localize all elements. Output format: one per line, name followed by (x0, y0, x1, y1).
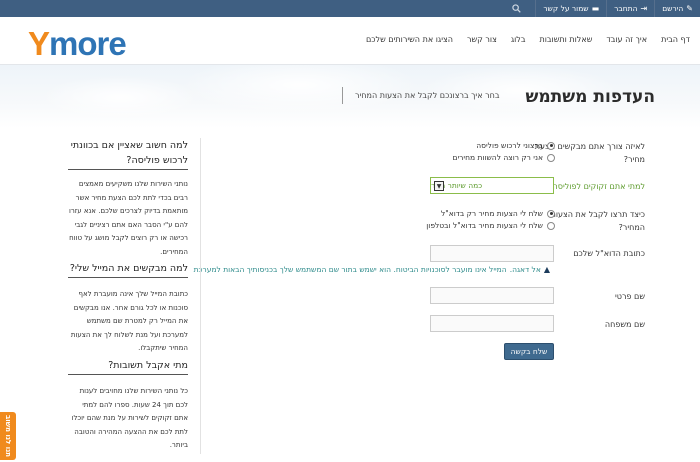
main-nav: דף הבית איך זה עובד שאלות ותשובות בלוג צ… (366, 35, 690, 44)
email-field[interactable] (430, 245, 554, 262)
submit-button[interactable]: שלח בקשה (504, 343, 554, 360)
sidebar-text-why-buy: נותני השירות שלנו משקיעים מאמצים רבים בכ… (68, 180, 188, 256)
nav-faq[interactable]: שאלות ותשובות (539, 35, 592, 44)
purpose-option-compare[interactable]: אני רק רוצה להשוות מחירים (453, 153, 555, 162)
sidebar-heading-when-answers: מתי אקבל תשובות? (68, 358, 188, 375)
pencil-icon: ✎ (686, 4, 693, 13)
contact-link[interactable]: ▬ שמור על קשר (535, 0, 606, 17)
sidebar-divider (200, 138, 201, 454)
email-notice: ▲ אל דאגה. המייל אינו מועבר לסוכנויות הב… (193, 265, 550, 274)
sidebar-text-when-answers: כל נותני השירות שלנו מחויבים לענות לכם ת… (71, 387, 188, 449)
login-link[interactable]: ⇥ התחבר (606, 0, 654, 17)
feedback-tab[interactable]: תנו לנו משוב (0, 412, 16, 460)
register-link[interactable]: ✎ הירשם (654, 0, 700, 17)
cloud-decoration (180, 65, 420, 115)
login-label: התחבר (614, 4, 638, 13)
chat-icon: ▬ (591, 4, 600, 13)
register-label: הירשם (662, 4, 684, 13)
first-name-field[interactable] (430, 287, 554, 304)
radio-button[interactable] (547, 209, 555, 218)
contact-label: שמור על קשר (543, 4, 589, 13)
radio-button[interactable] (547, 153, 555, 162)
nav-how-it-works[interactable]: איך זה עובד (606, 35, 647, 44)
page-title: העדפות משתמש (525, 87, 655, 107)
radio-button[interactable] (547, 221, 555, 230)
sidebar-heading-why-buy: למה חשוב שאציין אם בכוונתי לרכוש פוליסה? (68, 138, 188, 170)
chevron-down-icon[interactable]: ▼ (434, 181, 444, 191)
search-icon (512, 4, 521, 13)
login-icon: ⇥ (640, 4, 648, 13)
nav-contact[interactable]: צור קשר (467, 35, 497, 44)
title-divider (342, 87, 343, 104)
hero-banner: העדפות משתמש בחר איך ברצונכם לקבל את הצע… (0, 65, 700, 128)
page-subtitle: בחר איך ברצונכם לקבל את הצעות המחיר (355, 91, 500, 100)
nav-offer-services[interactable]: הציגו את השירותים שלכם (366, 35, 453, 44)
timing-select[interactable]: כמה שיותר מהר ▼ (430, 177, 554, 194)
radio-button[interactable] (547, 141, 555, 150)
delivery-option-email[interactable]: שלח לי הצעות מחיר רק בדוא"ל (441, 209, 555, 218)
sidebar-heading-why-email: למה מבקשים את המייל שלי? (68, 261, 188, 278)
top-bar: ✎ הירשם ⇥ התחבר ▬ שמור על קשר (0, 0, 700, 17)
warning-icon: ▲ (543, 265, 550, 274)
ymore-logo[interactable]: Ymore (28, 26, 127, 62)
nav-home[interactable]: דף הבית (661, 35, 690, 44)
sidebar-text-why-email: כתובת המייל שלך אינה מועברת לאף סוכנות א… (70, 290, 188, 352)
purpose-option-buy[interactable]: ברצוני לרכוש פוליסה (476, 141, 555, 150)
last-name-field[interactable] (430, 315, 554, 332)
delivery-option-email-phone[interactable]: שלח לי הצעות מחיר בדוא"ל ובטלפון (426, 221, 555, 230)
site-header: Ymore דף הבית איך זה עובד שאלות ותשובות … (0, 17, 700, 65)
search-button[interactable] (512, 0, 521, 17)
cloud-decoration (40, 75, 200, 120)
nav-blog[interactable]: בלוג (511, 35, 526, 44)
sidebar: למה חשוב שאציין אם בכוונתי לרכוש פוליסה?… (68, 138, 188, 458)
